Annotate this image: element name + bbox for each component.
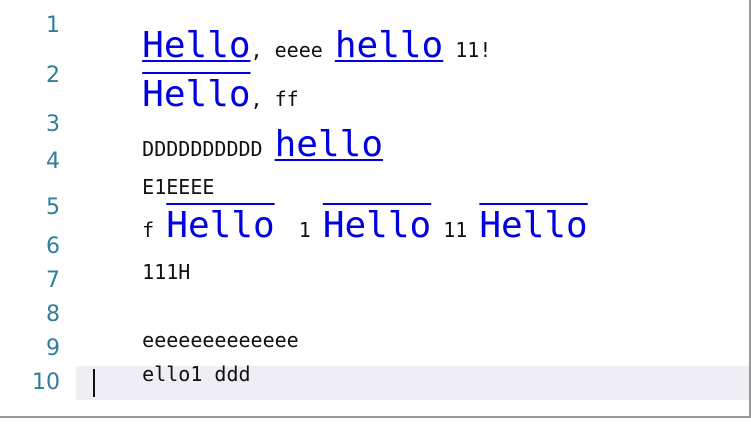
line-number: 3 (46, 112, 60, 137)
line-number: 10 (32, 370, 60, 395)
overlined-text[interactable]: Hello (479, 205, 587, 246)
line-number: 2 (46, 63, 60, 88)
plain-text: 111H (142, 260, 191, 284)
plain-text: ello1 ddd (142, 362, 251, 386)
hyperlink-text[interactable]: hello (275, 124, 383, 165)
line-number-gutter: 1 2 3 4 5 6 7 8 9 10 (0, 0, 76, 416)
line-number: 5 (46, 195, 60, 220)
line-number: 1 (46, 13, 60, 38)
overlined-text[interactable]: Hello (323, 205, 431, 246)
line-number: 7 (46, 268, 60, 293)
line-number: 9 (46, 336, 60, 361)
text-editor[interactable]: 1 2 3 4 5 6 7 8 9 10 Hello, eeee hello 1… (0, 0, 751, 418)
line-number: 4 (46, 149, 60, 174)
editor-line-10[interactable] (94, 369, 142, 447)
plain-text: 11! (443, 38, 492, 62)
plain-text: 11 (431, 218, 480, 242)
line-number: 8 (46, 302, 60, 327)
line-number: 6 (46, 234, 60, 259)
plain-text: 1 (274, 218, 323, 242)
hyperlink-text[interactable]: hello (335, 25, 443, 66)
text-caret (93, 369, 95, 397)
